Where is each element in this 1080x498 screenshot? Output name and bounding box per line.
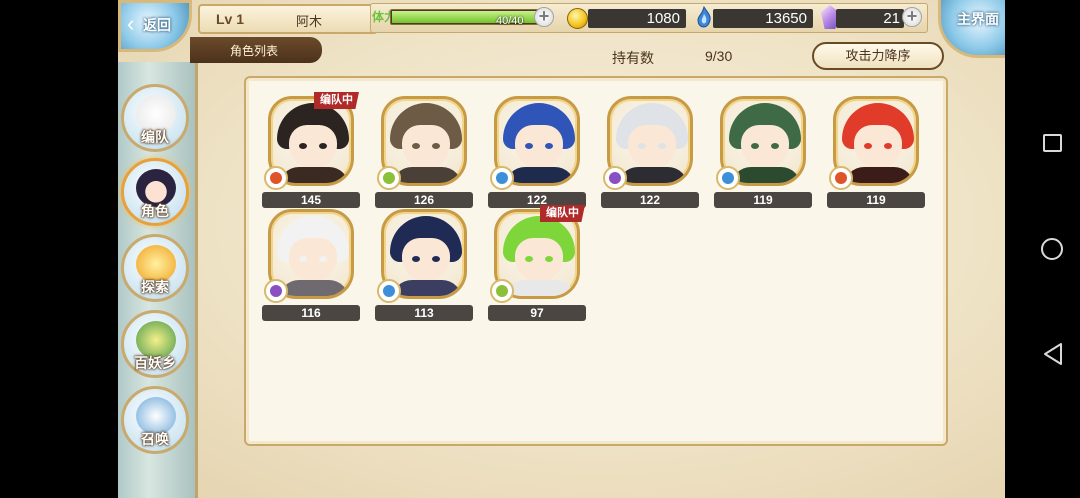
side-item-label: 百妖乡 bbox=[134, 355, 176, 371]
attack-power: 97 bbox=[488, 305, 586, 321]
player-level: Lv 1 bbox=[216, 11, 245, 27]
tab-label: 角色列表 bbox=[230, 44, 279, 58]
sort-button[interactable]: 攻击力降序 bbox=[812, 42, 944, 70]
main-menu-label: 主界面 bbox=[957, 11, 999, 27]
back-label: 返回 bbox=[143, 17, 171, 33]
attack-power: 126 bbox=[375, 192, 473, 208]
gem-value: 21 bbox=[883, 10, 900, 27]
character-card[interactable]: 122 bbox=[601, 96, 699, 212]
back-button[interactable]: ‹ 返回 bbox=[118, 0, 192, 52]
player-plate: Lv 1 阿木 bbox=[198, 4, 378, 34]
owned-count-value: 9/30 bbox=[705, 48, 733, 64]
water-element-icon bbox=[377, 279, 401, 303]
side-item-village[interactable]: 百妖乡 bbox=[121, 310, 189, 378]
character-card[interactable]: 97 编队中 bbox=[488, 205, 586, 325]
soul-value: 13650 bbox=[765, 10, 807, 27]
gold-coin-icon bbox=[567, 8, 588, 29]
attack-power: 116 bbox=[262, 305, 360, 321]
wind-element-icon bbox=[490, 279, 514, 303]
character-card[interactable]: 119 bbox=[827, 96, 925, 212]
soul-counter: 13650 bbox=[713, 9, 813, 28]
attack-power: 122 bbox=[601, 192, 699, 208]
main-menu-button[interactable]: 主界面 bbox=[938, 0, 1005, 58]
fire-element-icon bbox=[829, 166, 853, 190]
character-grid: 145 编队中 126 122 122 119 119 116 113 97 编队中 bbox=[244, 76, 948, 446]
add-gems-button[interactable]: + bbox=[902, 7, 922, 27]
side-item-team[interactable]: 编队 bbox=[121, 84, 189, 152]
side-item-summon[interactable]: 召唤 bbox=[121, 386, 189, 454]
character-card[interactable]: 145 编队中 bbox=[262, 92, 360, 212]
soul-flame-icon bbox=[695, 5, 713, 28]
wind-element-icon bbox=[377, 166, 401, 190]
gem-counter: 21 bbox=[836, 9, 904, 28]
character-card[interactable]: 119 bbox=[714, 96, 812, 212]
fire-element-icon bbox=[264, 166, 288, 190]
side-menu: 编队 角色 探索 百妖乡 召唤 bbox=[118, 62, 198, 498]
add-stamina-button[interactable]: + bbox=[534, 7, 554, 27]
in-team-badge: 编队中 bbox=[540, 205, 585, 222]
side-item-label: 探索 bbox=[141, 279, 169, 295]
side-item-label: 编队 bbox=[141, 129, 169, 145]
character-card[interactable]: 126 bbox=[375, 96, 473, 212]
water-element-icon bbox=[490, 166, 514, 190]
stamina-value: 40/40 bbox=[496, 15, 524, 27]
attack-power: 119 bbox=[714, 192, 812, 208]
nav-back-icon[interactable] bbox=[1042, 342, 1064, 366]
character-card[interactable]: 116 bbox=[262, 209, 360, 325]
gold-counter: 1080 bbox=[588, 9, 686, 28]
side-item-explore[interactable]: 探索 bbox=[121, 234, 189, 302]
home-icon[interactable] bbox=[1041, 238, 1063, 260]
game-screen: 编队 角色 探索 百妖乡 召唤 ‹ 返回 Lv 1 阿木 角色列表 体力 40/… bbox=[118, 0, 1005, 498]
gold-value: 1080 bbox=[646, 10, 680, 27]
attack-power: 145 bbox=[262, 192, 360, 208]
owned-count-label: 持有数 bbox=[612, 50, 654, 66]
tab-character-list[interactable]: 角色列表 bbox=[190, 37, 322, 63]
character-card[interactable]: 122 bbox=[488, 96, 586, 212]
side-item-label: 角色 bbox=[141, 203, 169, 219]
side-item-label: 召唤 bbox=[141, 431, 169, 447]
dark-element-icon bbox=[264, 279, 288, 303]
character-card[interactable]: 113 bbox=[375, 209, 473, 325]
side-item-characters[interactable]: 角色 bbox=[121, 158, 189, 226]
attack-power: 119 bbox=[827, 192, 925, 208]
in-team-badge: 编队中 bbox=[314, 92, 359, 109]
player-name: 阿木 bbox=[296, 14, 323, 29]
water-element-icon bbox=[716, 166, 740, 190]
dark-element-icon bbox=[603, 166, 627, 190]
recent-apps-icon[interactable] bbox=[1043, 134, 1062, 152]
attack-power: 113 bbox=[375, 305, 473, 321]
